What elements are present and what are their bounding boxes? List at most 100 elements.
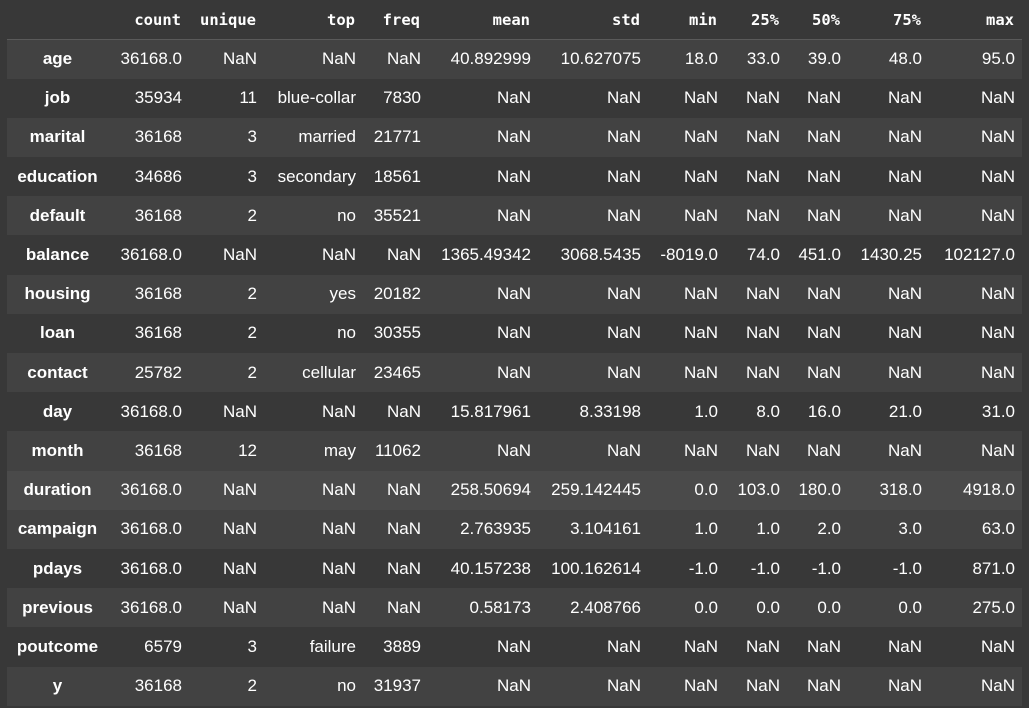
- table-cell: NaN: [496, 88, 531, 108]
- table-cell: NaN: [606, 88, 641, 108]
- header-cell-unique: unique: [189, 0, 264, 40]
- table-cell: 36168.0: [120, 519, 182, 539]
- table-cell: NaN: [606, 323, 641, 343]
- table-cell: 3.0: [898, 519, 922, 539]
- table-cell: 35521: [373, 205, 421, 225]
- table-cell: NaN: [806, 205, 841, 225]
- table-cell: no: [337, 323, 356, 343]
- table-cell: -1.0: [750, 558, 780, 578]
- table-row: education 34686 3 secondary 18561 NaN NaN NaN Na…: [7, 157, 1022, 197]
- table-cell: NaN: [887, 362, 922, 382]
- describe-table: count unique top freq mean std min 25% 5…: [7, 0, 1022, 706]
- table-cell: NaN: [980, 362, 1015, 382]
- table-cell: NaN: [496, 284, 531, 304]
- table-cell: 871.0: [972, 558, 1015, 578]
- table-cell: 31937: [373, 676, 421, 696]
- table-cell: 0.0: [694, 480, 718, 500]
- table-cell: 33.0: [746, 49, 780, 69]
- table-cell: 34686: [134, 166, 182, 186]
- header-cell-25pct: 25%: [725, 0, 787, 40]
- table-cell: NaN: [980, 127, 1015, 147]
- table-row: day 36168.0 NaN NaN NaN 15.817961 8.33198 1.0 8.…: [7, 392, 1022, 432]
- header-cell-count: count: [108, 0, 189, 40]
- table-cell: cellular: [302, 362, 356, 382]
- table-cell: 2: [247, 284, 257, 304]
- table-cell: 2: [247, 205, 257, 225]
- table-cell: NaN: [606, 127, 641, 147]
- table-cell: NaN: [745, 323, 780, 343]
- table-cell: NaN: [980, 284, 1015, 304]
- table-cell: NaN: [222, 519, 257, 539]
- table-row: age 36168.0 NaN NaN NaN 40.892999 10.627075 18.…: [7, 39, 1022, 79]
- table-cell: NaN: [980, 323, 1015, 343]
- row-index-label: loan: [40, 323, 75, 343]
- table-cell: NaN: [606, 166, 641, 186]
- table-cell: no: [337, 676, 356, 696]
- table-cell: NaN: [683, 636, 718, 656]
- table-cell: 8.33198: [579, 401, 641, 421]
- table-cell: NaN: [496, 676, 531, 696]
- table-cell: NaN: [745, 205, 780, 225]
- table-cell: 36168: [134, 127, 182, 147]
- table-cell: 1.0: [694, 401, 718, 421]
- table-cell: 2: [247, 676, 257, 696]
- table-cell: 36168: [134, 205, 182, 225]
- table-cell: NaN: [745, 636, 780, 656]
- table-cell: NaN: [386, 401, 421, 421]
- table-cell: NaN: [980, 166, 1015, 186]
- table-row: y 36168 2 no 31937 NaN NaN NaN NaN NaN NaN NaN: [7, 666, 1022, 706]
- table-cell: 3068.5435: [560, 245, 641, 265]
- table-cell: 15.817961: [450, 401, 531, 421]
- table-cell: NaN: [606, 205, 641, 225]
- table-cell: NaN: [806, 440, 841, 460]
- row-index-label: previous: [22, 597, 93, 617]
- table-cell: NaN: [222, 245, 257, 265]
- table-cell: 12: [238, 440, 257, 460]
- table-cell: 1365.49342: [441, 245, 531, 265]
- table-cell: 36168: [134, 323, 182, 343]
- row-index-label: poutcome: [16, 636, 99, 656]
- table-row: month 36168 12 may 11062 NaN NaN NaN NaN NaN NaN Na…: [7, 431, 1022, 471]
- table-cell: NaN: [321, 49, 356, 69]
- table-cell: NaN: [222, 401, 257, 421]
- table-cell: NaN: [745, 284, 780, 304]
- table-cell: 36168.0: [120, 558, 182, 578]
- table-cell: 36168: [134, 440, 182, 460]
- table-cell: 0.58173: [469, 597, 531, 617]
- table-cell: NaN: [745, 88, 780, 108]
- table-cell: NaN: [321, 245, 356, 265]
- table-cell: NaN: [496, 362, 531, 382]
- table-cell: 6579: [144, 636, 182, 656]
- table-cell: 0.0: [694, 597, 718, 617]
- table-cell: 36168.0: [120, 597, 182, 617]
- table-cell: 20182: [373, 284, 421, 304]
- table-cell: 48.0: [888, 49, 922, 69]
- table-cell: NaN: [806, 166, 841, 186]
- table-cell: failure: [309, 636, 356, 656]
- table-cell: NaN: [745, 440, 780, 460]
- table-row: default 36168 2 no 35521 NaN NaN NaN NaN NaN NaN Na…: [7, 196, 1022, 236]
- table-cell: 95.0: [981, 49, 1015, 69]
- table-cell: -1.0: [811, 558, 841, 578]
- table-cell: 21.0: [888, 401, 922, 421]
- table-cell: 3: [247, 127, 257, 147]
- table-cell: NaN: [887, 127, 922, 147]
- table-cell: NaN: [806, 127, 841, 147]
- table-cell: may: [323, 440, 356, 460]
- table-cell: -1.0: [892, 558, 922, 578]
- table-cell: 36168: [134, 676, 182, 696]
- table-cell: NaN: [496, 323, 531, 343]
- table-cell: NaN: [806, 88, 841, 108]
- table-cell: 74.0: [746, 245, 780, 265]
- table-cell: 2.408766: [570, 597, 641, 617]
- table-cell: NaN: [980, 440, 1015, 460]
- table-cell: 36168.0: [120, 480, 182, 500]
- table-cell: NaN: [386, 480, 421, 500]
- table-cell: NaN: [683, 676, 718, 696]
- table-cell: NaN: [980, 676, 1015, 696]
- table-cell: yes: [329, 284, 356, 304]
- row-index-label: default: [29, 205, 86, 225]
- table-cell: NaN: [386, 519, 421, 539]
- table-cell: NaN: [745, 676, 780, 696]
- table-cell: NaN: [386, 558, 421, 578]
